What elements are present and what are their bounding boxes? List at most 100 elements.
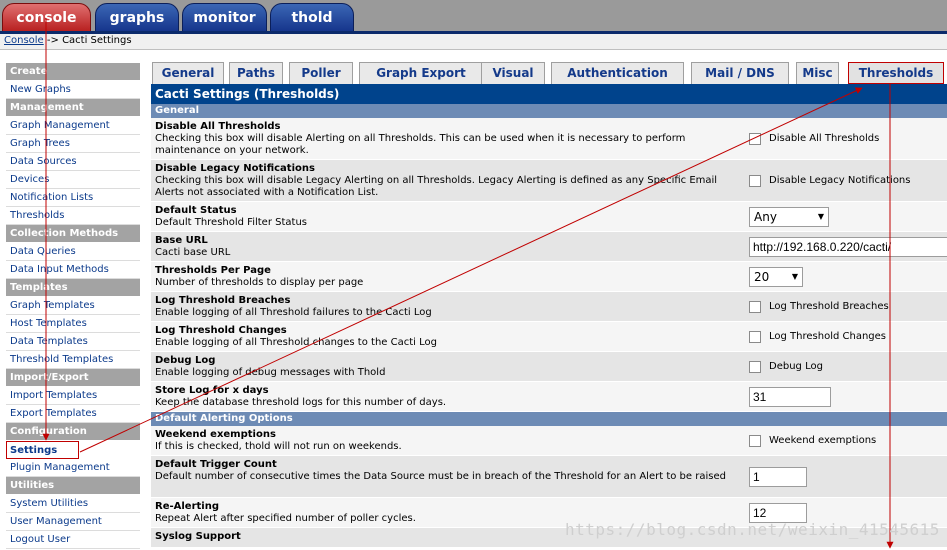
sidebar-item-notification-lists[interactable]: Notification Lists [6, 189, 140, 207]
tab-poller[interactable]: Poller [289, 62, 353, 84]
row-title: Default Status [155, 205, 237, 216]
row-weekend-exemptions: Weekend exemptions If this is checked, th… [151, 426, 947, 456]
row-re-alerting: Re-Alerting Repeat Alert after specified … [151, 498, 947, 528]
disable-all-thresholds-checkbox[interactable] [749, 132, 761, 145]
breadcrumb-separator: -> [43, 35, 63, 46]
tab-paths[interactable]: Paths [229, 62, 283, 84]
panel-title: Cacti Settings (Thresholds) [151, 84, 947, 104]
sidebar-item-data-input-methods[interactable]: Data Input Methods [6, 261, 140, 279]
sidebar-item-logout-user[interactable]: Logout User [6, 531, 140, 549]
row-log-threshold-breaches: Log Threshold Breaches Enable logging of … [151, 292, 947, 322]
row-title: Weekend exemptions [155, 429, 276, 440]
tab-general[interactable]: General [152, 62, 224, 84]
row-title: Disable All Thresholds [155, 121, 281, 132]
sidebar-header-utilities: Utilities [6, 477, 140, 494]
tab-misc[interactable]: Misc [796, 62, 839, 84]
row-store-log-days: Store Log for x days Keep the database th… [151, 382, 947, 412]
sidebar-item-import-templates[interactable]: Import Templates [6, 387, 140, 405]
default-status-select[interactable]: Any ▼ [749, 206, 829, 227]
tab-visual[interactable]: Visual [481, 62, 545, 84]
sidebar-item-data-sources[interactable]: Data Sources [6, 153, 140, 171]
row-desc: Repeat Alert after specified number of p… [155, 513, 416, 524]
re-alerting-input[interactable]: 12 [749, 502, 807, 523]
sidebar-item-graph-trees[interactable]: Graph Trees [6, 135, 140, 153]
row-thresholds-per-page: Thresholds Per Page Number of thresholds … [151, 262, 947, 292]
row-disable-legacy-notifications: Disable Legacy Notifications Checking thi… [151, 160, 947, 202]
sidebar-item-devices[interactable]: Devices [6, 171, 140, 189]
default-trigger-count-input[interactable]: 1 [749, 466, 807, 487]
row-desc: Default number of consecutive times the … [155, 471, 726, 482]
row-title: Store Log for x days [155, 385, 269, 396]
sidebar-item-export-templates[interactable]: Export Templates [6, 405, 140, 423]
tab-mail-dns[interactable]: Mail / DNS [691, 62, 789, 84]
log-threshold-changes-checkbox[interactable] [749, 330, 761, 343]
select-value: Any [754, 209, 777, 224]
sidebar-item-new-graphs[interactable]: New Graphs [6, 81, 140, 99]
row-title: Log Threshold Breaches [155, 295, 291, 306]
checkbox-label: Log Threshold Changes [769, 331, 886, 342]
checkbox-label: Log Threshold Breaches [769, 301, 889, 312]
debug-log-checkbox[interactable] [749, 360, 761, 373]
row-title: Disable Legacy Notifications [155, 163, 315, 174]
sidebar-item-data-templates[interactable]: Data Templates [6, 333, 140, 351]
row-disable-all-thresholds: Disable All Thresholds Checking this box … [151, 118, 947, 160]
tab-monitor[interactable]: monitor [182, 3, 267, 32]
row-default-trigger-count: Default Trigger Count Default number of c… [151, 456, 947, 498]
row-title: Default Trigger Count [155, 459, 277, 470]
row-base-url: Base URL Cacti base URL http://192.168.0.… [151, 232, 947, 262]
row-desc: Number of thresholds to display per page [155, 277, 364, 288]
sidebar-item-thresholds[interactable]: Thresholds [6, 207, 140, 225]
disable-legacy-notifications-checkbox[interactable] [749, 174, 761, 187]
sidebar-header-create: Create [6, 63, 140, 80]
thresholds-per-page-select[interactable]: 20 ▼ [749, 266, 803, 287]
sidebar-item-settings[interactable]: Settings [6, 441, 79, 459]
tab-authentication[interactable]: Authentication [551, 62, 684, 84]
log-threshold-breaches-checkbox[interactable] [749, 300, 761, 313]
breadcrumb: Console -> Cacti Settings [0, 34, 947, 50]
tab-graphs[interactable]: graphs [95, 3, 179, 32]
row-desc: If this is checked, thold will not run o… [155, 441, 402, 452]
sidebar-item-user-management[interactable]: User Management [6, 513, 140, 531]
row-debug-log: Debug Log Enable logging of debug message… [151, 352, 947, 382]
sidebar-item-host-templates[interactable]: Host Templates [6, 315, 140, 333]
chevron-down-icon: ▼ [817, 212, 824, 221]
sidebar-header-configuration: Configuration [6, 423, 140, 440]
sidebar-item-graph-templates[interactable]: Graph Templates [6, 297, 140, 315]
row-desc: Keep the database threshold logs for thi… [155, 397, 447, 408]
row-desc: Checking this box will disable Legacy Al… [155, 175, 718, 198]
sidebar-item-plugin-management[interactable]: Plugin Management [6, 459, 140, 477]
store-log-days-input[interactable]: 31 [749, 386, 831, 407]
tab-console[interactable]: console [2, 3, 91, 32]
settings-panel: Cacti Settings (Thresholds) General Disa… [151, 84, 947, 550]
checkbox-label: Debug Log [769, 361, 823, 372]
sidebar-item-graph-management[interactable]: Graph Management [6, 117, 140, 135]
checkbox-label: Weekend exemptions [769, 435, 877, 446]
breadcrumb-current: Cacti Settings [62, 35, 132, 46]
base-url-input[interactable]: http://192.168.0.220/cacti/ [749, 236, 947, 257]
tab-thold[interactable]: thold [270, 3, 354, 32]
tab-graph-export[interactable]: Graph Export [359, 62, 483, 84]
top-tab-bar: console graphs monitor thold [0, 0, 947, 32]
sidebar-header-collection-methods: Collection Methods [6, 225, 140, 242]
row-title: Thresholds Per Page [155, 265, 271, 276]
row-desc: Cacti base URL [155, 247, 231, 258]
row-title: Log Threshold Changes [155, 325, 287, 336]
row-desc: Enable logging of debug messages with Th… [155, 367, 386, 378]
sidebar: Create New Graphs Management Graph Manag… [6, 63, 140, 549]
row-log-threshold-changes: Log Threshold Changes Enable logging of a… [151, 322, 947, 352]
breadcrumb-console-link[interactable]: Console [4, 35, 44, 46]
chevron-down-icon: ▼ [791, 272, 798, 281]
checkbox-label: Disable Legacy Notifications [769, 175, 911, 186]
row-desc: Default Threshold Filter Status [155, 217, 307, 228]
sidebar-item-threshold-templates[interactable]: Threshold Templates [6, 351, 140, 369]
weekend-exemptions-checkbox[interactable] [749, 434, 761, 447]
row-desc: Checking this box will disable Alerting … [155, 133, 686, 156]
row-title: Debug Log [155, 355, 216, 366]
select-value: 20 [754, 269, 770, 284]
row-title: Syslog Support [155, 531, 241, 542]
sidebar-item-system-utilities[interactable]: System Utilities [6, 495, 140, 513]
sidebar-header-templates: Templates [6, 279, 140, 296]
tab-thresholds[interactable]: Thresholds [848, 62, 944, 84]
row-title: Re-Alerting [155, 501, 219, 512]
sidebar-item-data-queries[interactable]: Data Queries [6, 243, 140, 261]
